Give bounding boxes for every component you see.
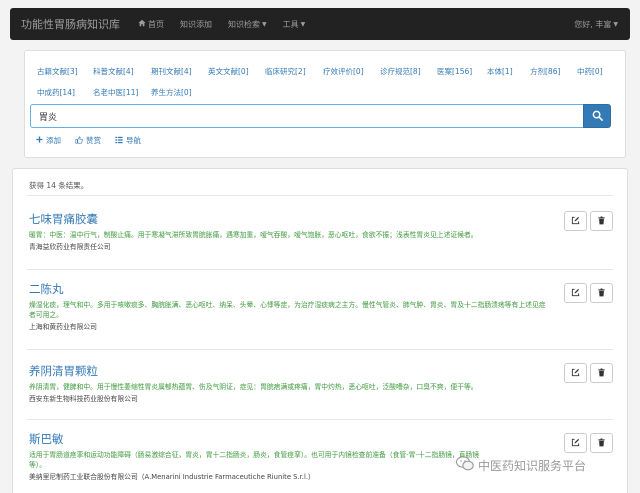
delete-button[interactable] <box>590 211 613 231</box>
category-health-methods[interactable]: 养生方法[0] <box>151 87 192 98</box>
nav-home-label: 首页 <box>148 19 164 29</box>
trash-icon <box>597 367 606 379</box>
edit-button[interactable] <box>564 433 587 453</box>
nav-add-knowledge-label: 知识添加 <box>180 19 212 29</box>
thumbs-up-icon <box>75 135 83 146</box>
result-description: 适用于胃肠道痉挛和运动功能障碍（肠易激综合征，胃炎，胃十二指肠炎，肠炎，食管痉挛… <box>29 451 480 469</box>
nav-tools[interactable]: 工具 ▼ <box>275 19 314 30</box>
result-actions <box>564 433 613 453</box>
add-label: 添加 <box>46 136 61 145</box>
edit-button[interactable] <box>564 363 587 383</box>
user-menu[interactable]: 您好, 丰富 ▼ <box>574 19 630 30</box>
result-description: 燥湿化痰，理气和中。多用于咳嗽痰多、胸脘胀满、恶心呕吐、纳呆、头晕、心悸等症，为… <box>29 301 546 319</box>
caret-down-icon: ▼ <box>613 20 618 28</box>
search-button[interactable] <box>583 104 611 128</box>
delete-button[interactable] <box>590 283 613 303</box>
nav-menu: 首页 知识添加 知识检索 ▼ 工具 ▼ <box>130 19 313 30</box>
divider <box>27 419 613 420</box>
result-company: 青海益欣药业有限责任公司 <box>29 243 111 251</box>
category-clinical-research[interactable]: 临床研究[2] <box>265 66 306 77</box>
result-description: 暖胃：中医：温中行气，制酸止痛。用于寒凝气滞所致胃脘胀痛，遇寒加重，嗳气吞酸，嗳… <box>29 231 478 239</box>
nav-knowledge-search-label: 知识检索 <box>228 19 260 29</box>
trash-icon <box>597 215 606 227</box>
search-input-value: 胃炎 <box>39 112 58 123</box>
category-english[interactable]: 英文文献[0] <box>208 66 249 77</box>
category-patent-medicine[interactable]: 中成药[14] <box>37 87 75 98</box>
search-icon <box>592 110 603 123</box>
category-famous-doctors[interactable]: 名老中医[11] <box>93 87 138 98</box>
home-icon <box>138 19 146 29</box>
caret-down-icon: ▼ <box>262 20 267 28</box>
like-button[interactable]: 赞赏 <box>75 135 101 146</box>
plus-icon <box>36 136 43 145</box>
result-title[interactable]: 七味胃痛胶囊 <box>29 211 615 227</box>
category-journal[interactable]: 期刊文献[4] <box>151 66 192 77</box>
divider <box>27 349 613 350</box>
trash-icon <box>597 287 606 299</box>
result-company: 西安东新生物科技药业股份有限公司 <box>29 395 138 403</box>
category-ancient-books[interactable]: 古籍文献[3] <box>37 66 78 77</box>
navigation-label: 导航 <box>126 136 141 145</box>
trash-icon <box>597 437 606 449</box>
result-count: 获得 14 条结果。 <box>29 181 89 190</box>
edit-button[interactable] <box>564 283 587 303</box>
result-item: 二陈丸 燥湿化痰，理气和中。多用于咳嗽痰多、胸脘胀满、恶心呕吐、纳呆、头晕、心悸… <box>29 281 615 331</box>
edit-icon <box>571 368 580 379</box>
search-panel: 古籍文献[3] 科普文献[4] 期刊文献[4] 英文文献[0] 临床研究[2] … <box>24 50 626 158</box>
brand-title[interactable]: 功能性胃肠病知识库 <box>10 16 130 32</box>
edit-icon <box>571 438 580 449</box>
result-actions <box>564 211 613 231</box>
watermark-text: 中医药知识服务平台 <box>478 458 587 473</box>
category-medical-cases[interactable]: 医案[156] <box>437 66 472 77</box>
category-herbs[interactable]: 中药[0] <box>577 66 603 77</box>
like-label: 赞赏 <box>86 136 101 145</box>
edit-icon <box>571 288 580 299</box>
add-button[interactable]: 添加 <box>36 135 61 146</box>
search-input[interactable]: 胃炎 <box>30 104 586 128</box>
watermark: 中医药知识服务平台 <box>455 456 587 474</box>
delete-button[interactable] <box>590 363 613 383</box>
nav-knowledge-search[interactable]: 知识检索 ▼ <box>220 19 275 30</box>
result-item: 七味胃痛胶囊 暖胃：中医：温中行气，制酸止痛。用于寒凝气滞所致胃脘胀痛，遇寒加重… <box>29 211 615 251</box>
wechat-icon <box>455 456 474 474</box>
category-efficacy-evaluation[interactable]: 疗效评价[0] <box>323 66 364 77</box>
category-prescriptions[interactable]: 方剂[86] <box>530 66 560 77</box>
navigation-button[interactable]: 导航 <box>115 135 141 146</box>
nav-add-knowledge[interactable]: 知识添加 <box>172 19 220 30</box>
search-actions: 添加 赞赏 导航 <box>36 135 141 146</box>
result-actions <box>564 363 613 383</box>
divider <box>27 269 613 270</box>
divider <box>27 195 613 196</box>
category-guidelines[interactable]: 诊疗规范[8] <box>380 66 421 77</box>
result-title[interactable]: 二陈丸 <box>29 281 615 297</box>
nav-tools-label: 工具 <box>282 19 299 29</box>
result-description: 养阴清胃，健脾和中。用于慢性萎缩性胃炎属郁热蕴胃、伤及气阴证，症见：胃脘痞满或疼… <box>29 383 478 391</box>
category-ontology[interactable]: 本体[1] <box>487 66 513 77</box>
result-company: 上海和黄药业有限公司 <box>29 323 97 331</box>
delete-button[interactable] <box>590 433 613 453</box>
result-actions <box>564 283 613 303</box>
result-title[interactable]: 斯巴敏 <box>29 431 615 447</box>
nav-home[interactable]: 首页 <box>130 19 172 30</box>
edit-button[interactable] <box>564 211 587 231</box>
edit-icon <box>571 216 580 227</box>
caret-down-icon: ▼ <box>300 20 306 28</box>
user-greeting: 您好, 丰富 <box>574 19 612 29</box>
result-item: 养阴清胃颗粒 养阴清胃，健脾和中。用于慢性萎缩性胃炎属郁热蕴胃、伤及气阴证，症见… <box>29 363 615 403</box>
category-popular-science[interactable]: 科普文献[4] <box>93 66 134 77</box>
list-icon <box>115 136 123 146</box>
result-title[interactable]: 养阴清胃颗粒 <box>29 363 615 379</box>
top-navbar: 功能性胃肠病知识库 首页 知识添加 知识检索 ▼ 工具 ▼ 您好, 丰富 ▼ <box>10 8 630 40</box>
results-panel: 获得 14 条结果。 七味胃痛胶囊 暖胃：中医：温中行气，制酸止痛。用于寒凝气滞… <box>12 168 628 493</box>
